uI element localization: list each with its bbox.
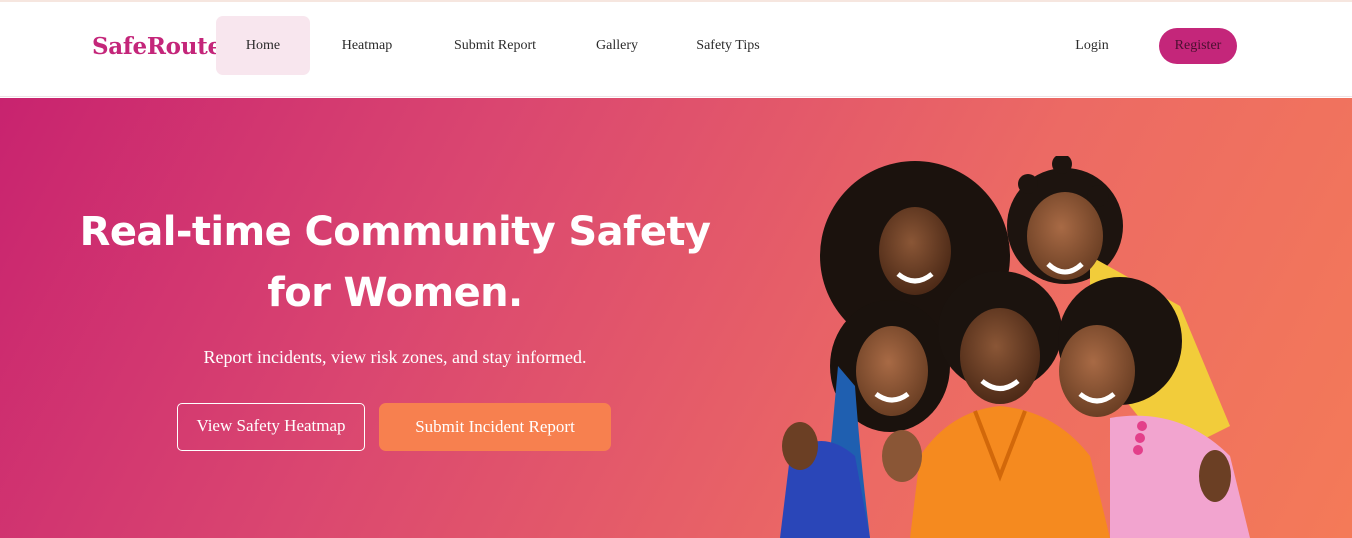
hand (882, 430, 922, 482)
nav-item-submit-report[interactable]: Submit Report (440, 16, 550, 75)
hero-women-group-image (780, 156, 1250, 538)
login-link[interactable]: Login (1066, 16, 1118, 75)
hand (1199, 450, 1231, 502)
hero-title-line-1: Real-time Community Safety (79, 209, 711, 255)
hand (782, 422, 818, 470)
earring-bead (1133, 445, 1143, 455)
earring-bead (1137, 421, 1147, 431)
view-heatmap-button[interactable]: View Safety Heatmap (177, 403, 365, 451)
nav-item-home[interactable]: Home (216, 16, 310, 75)
submit-incident-button[interactable]: Submit Incident Report (379, 403, 611, 451)
nav-item-heatmap[interactable]: Heatmap (320, 16, 414, 75)
hero-subtitle: Report incidents, view risk zones, and s… (203, 347, 587, 367)
hero-section: Real-time Community Safety for Women. Re… (0, 98, 1352, 538)
woman-face (1027, 192, 1103, 280)
orange-blazer (910, 406, 1110, 538)
hero-title-line-2: for Women. (267, 270, 523, 316)
nav-item-gallery[interactable]: Gallery (580, 16, 654, 75)
hair-bun (1018, 174, 1038, 194)
register-button[interactable]: Register (1159, 28, 1237, 64)
earring-bead (1135, 433, 1145, 443)
hero-title: Real-time Community Safety for Women. (60, 202, 730, 324)
navbar: SafeRoute Home Heatmap Submit Report Gal… (0, 2, 1352, 97)
brand-logo[interactable]: SafeRoute (92, 33, 222, 60)
nav-item-safety-tips[interactable]: Safety Tips (684, 16, 772, 75)
